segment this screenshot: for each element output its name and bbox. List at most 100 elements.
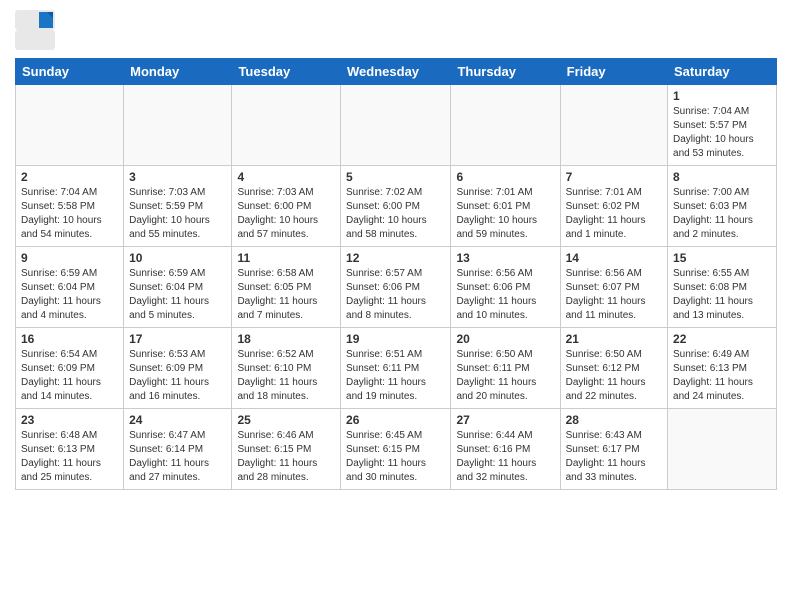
calendar-cell: 26 Sunrise: 6:45 AM Sunset: 6:15 PM Dayli…	[341, 409, 451, 490]
calendar-cell: 11 Sunrise: 6:58 AM Sunset: 6:05 PM Dayli…	[232, 247, 341, 328]
day-number: 1	[673, 89, 771, 103]
day-info: Sunrise: 6:46 AM Sunset: 6:15 PM Dayligh…	[237, 429, 335, 485]
calendar-cell: 10Sunrise: 6:59 AM Sunset: 6:04 PM Dayli…	[124, 247, 232, 328]
calendar-cell: 1 Sunrise: 7:04 AM Sunset: 5:57 PM Daylig…	[668, 85, 777, 166]
day-info: Sunrise: 6:47 AM Sunset: 6:14 PM Dayligh…	[129, 429, 226, 485]
day-number: 4	[237, 170, 335, 184]
day-number: 17	[129, 332, 226, 346]
day-number: 15	[673, 251, 771, 265]
calendar-cell: 18 Sunrise: 6:52 AM Sunset: 6:10 PM Dayli…	[232, 328, 341, 409]
day-info: Sunrise: 6:56 AM Sunset: 6:06 PM Dayligh…	[456, 267, 554, 323]
calendar-cell: 19 Sunrise: 6:51 AM Sunset: 6:11 PM Dayli…	[341, 328, 451, 409]
header	[15, 10, 777, 50]
day-info: Sunrise: 6:57 AM Sunset: 6:06 PM Dayligh…	[346, 267, 445, 323]
day-number: 11	[237, 251, 335, 265]
calendar-table: SundayMondayTuesdayWednesdayThursdayFrid…	[15, 58, 777, 490]
day-info: Sunrise: 6:59 AM Sunset: 6:04 PM Dayligh…	[129, 267, 226, 323]
day-number: 9	[21, 251, 118, 265]
day-info: Sunrise: 6:54 AM Sunset: 6:09 PM Dayligh…	[21, 348, 118, 404]
calendar-cell: 21 Sunrise: 6:50 AM Sunset: 6:12 PM Dayli…	[560, 328, 667, 409]
calendar-cell: 13 Sunrise: 6:56 AM Sunset: 6:06 PM Dayli…	[451, 247, 560, 328]
week-row-4: 16 Sunrise: 6:54 AM Sunset: 6:09 PM Dayli…	[16, 328, 777, 409]
weekday-header-saturday: Saturday	[668, 59, 777, 85]
page: SundayMondayTuesdayWednesdayThursdayFrid…	[0, 0, 792, 612]
day-number: 19	[346, 332, 445, 346]
day-info: Sunrise: 6:55 AM Sunset: 6:08 PM Dayligh…	[673, 267, 771, 323]
logo-icon-area	[15, 10, 55, 50]
day-number: 20	[456, 332, 554, 346]
calendar-cell: 23 Sunrise: 6:48 AM Sunset: 6:13 PM Dayli…	[16, 409, 124, 490]
day-number: 14	[566, 251, 662, 265]
day-number: 22	[673, 332, 771, 346]
calendar-cell: 22 Sunrise: 6:49 AM Sunset: 6:13 PM Dayli…	[668, 328, 777, 409]
calendar-cell: 6 Sunrise: 7:01 AM Sunset: 6:01 PM Daylig…	[451, 166, 560, 247]
weekday-header-wednesday: Wednesday	[341, 59, 451, 85]
day-number: 26	[346, 413, 445, 427]
day-number: 6	[456, 170, 554, 184]
calendar-cell: 8 Sunrise: 7:00 AM Sunset: 6:03 PM Daylig…	[668, 166, 777, 247]
day-number: 3	[129, 170, 226, 184]
day-info: Sunrise: 6:52 AM Sunset: 6:10 PM Dayligh…	[237, 348, 335, 404]
calendar-cell	[124, 85, 232, 166]
day-number: 7	[566, 170, 662, 184]
week-row-1: 1 Sunrise: 7:04 AM Sunset: 5:57 PM Daylig…	[16, 85, 777, 166]
calendar-cell: 28 Sunrise: 6:43 AM Sunset: 6:17 PM Dayli…	[560, 409, 667, 490]
logo	[15, 10, 57, 50]
day-number: 5	[346, 170, 445, 184]
day-info: Sunrise: 6:49 AM Sunset: 6:13 PM Dayligh…	[673, 348, 771, 404]
day-info: Sunrise: 6:58 AM Sunset: 6:05 PM Dayligh…	[237, 267, 335, 323]
calendar-cell: 24 Sunrise: 6:47 AM Sunset: 6:14 PM Dayli…	[124, 409, 232, 490]
day-number: 23	[21, 413, 118, 427]
day-info: Sunrise: 7:01 AM Sunset: 6:02 PM Dayligh…	[566, 186, 662, 242]
day-number: 18	[237, 332, 335, 346]
weekday-header-sunday: Sunday	[16, 59, 124, 85]
day-number: 21	[566, 332, 662, 346]
day-number: 27	[456, 413, 554, 427]
day-info: Sunrise: 6:56 AM Sunset: 6:07 PM Dayligh…	[566, 267, 662, 323]
day-info: Sunrise: 6:43 AM Sunset: 6:17 PM Dayligh…	[566, 429, 662, 485]
day-number: 16	[21, 332, 118, 346]
day-number: 2	[21, 170, 118, 184]
weekday-header-monday: Monday	[124, 59, 232, 85]
weekday-header-friday: Friday	[560, 59, 667, 85]
day-info: Sunrise: 6:44 AM Sunset: 6:16 PM Dayligh…	[456, 429, 554, 485]
calendar-cell: 2Sunrise: 7:04 AM Sunset: 5:58 PM Daylig…	[16, 166, 124, 247]
day-info: Sunrise: 6:53 AM Sunset: 6:09 PM Dayligh…	[129, 348, 226, 404]
calendar-cell: 3 Sunrise: 7:03 AM Sunset: 5:59 PM Daylig…	[124, 166, 232, 247]
weekday-header-thursday: Thursday	[451, 59, 560, 85]
calendar-cell: 9 Sunrise: 6:59 AM Sunset: 6:04 PM Daylig…	[16, 247, 124, 328]
calendar-cell: 14 Sunrise: 6:56 AM Sunset: 6:07 PM Dayli…	[560, 247, 667, 328]
calendar-cell: 25Sunrise: 6:46 AM Sunset: 6:15 PM Dayli…	[232, 409, 341, 490]
calendar-cell: 5 Sunrise: 7:02 AM Sunset: 6:00 PM Daylig…	[341, 166, 451, 247]
day-number: 8	[673, 170, 771, 184]
day-info: Sunrise: 7:01 AM Sunset: 6:01 PM Dayligh…	[456, 186, 554, 242]
day-info: Sunrise: 7:03 AM Sunset: 6:00 PM Dayligh…	[237, 186, 335, 242]
day-info: Sunrise: 7:00 AM Sunset: 6:03 PM Dayligh…	[673, 186, 771, 242]
calendar-cell: 4 Sunrise: 7:03 AM Sunset: 6:00 PM Daylig…	[232, 166, 341, 247]
calendar-cell: 15 Sunrise: 6:55 AM Sunset: 6:08 PM Dayli…	[668, 247, 777, 328]
day-info: Sunrise: 6:45 AM Sunset: 6:15 PM Dayligh…	[346, 429, 445, 485]
day-number: 24	[129, 413, 226, 427]
week-row-3: 9 Sunrise: 6:59 AM Sunset: 6:04 PM Daylig…	[16, 247, 777, 328]
day-info: Sunrise: 6:51 AM Sunset: 6:11 PM Dayligh…	[346, 348, 445, 404]
day-number: 12	[346, 251, 445, 265]
calendar-cell	[341, 85, 451, 166]
day-number: 13	[456, 251, 554, 265]
weekday-header-tuesday: Tuesday	[232, 59, 341, 85]
day-info: Sunrise: 7:03 AM Sunset: 5:59 PM Dayligh…	[129, 186, 226, 242]
day-info: Sunrise: 7:02 AM Sunset: 6:00 PM Dayligh…	[346, 186, 445, 242]
day-info: Sunrise: 6:50 AM Sunset: 6:11 PM Dayligh…	[456, 348, 554, 404]
day-info: Sunrise: 6:50 AM Sunset: 6:12 PM Dayligh…	[566, 348, 662, 404]
calendar-cell: 7 Sunrise: 7:01 AM Sunset: 6:02 PM Daylig…	[560, 166, 667, 247]
day-info: Sunrise: 6:59 AM Sunset: 6:04 PM Dayligh…	[21, 267, 118, 323]
day-info: Sunrise: 7:04 AM Sunset: 5:57 PM Dayligh…	[673, 105, 771, 161]
calendar-cell: 20 Sunrise: 6:50 AM Sunset: 6:11 PM Dayli…	[451, 328, 560, 409]
calendar-cell	[232, 85, 341, 166]
calendar-cell: 27 Sunrise: 6:44 AM Sunset: 6:16 PM Dayli…	[451, 409, 560, 490]
calendar-cell	[451, 85, 560, 166]
calendar-cell	[668, 409, 777, 490]
day-info: Sunrise: 6:48 AM Sunset: 6:13 PM Dayligh…	[21, 429, 118, 485]
calendar-cell: 17 Sunrise: 6:53 AM Sunset: 6:09 PM Dayli…	[124, 328, 232, 409]
week-row-2: 2Sunrise: 7:04 AM Sunset: 5:58 PM Daylig…	[16, 166, 777, 247]
day-number: 28	[566, 413, 662, 427]
